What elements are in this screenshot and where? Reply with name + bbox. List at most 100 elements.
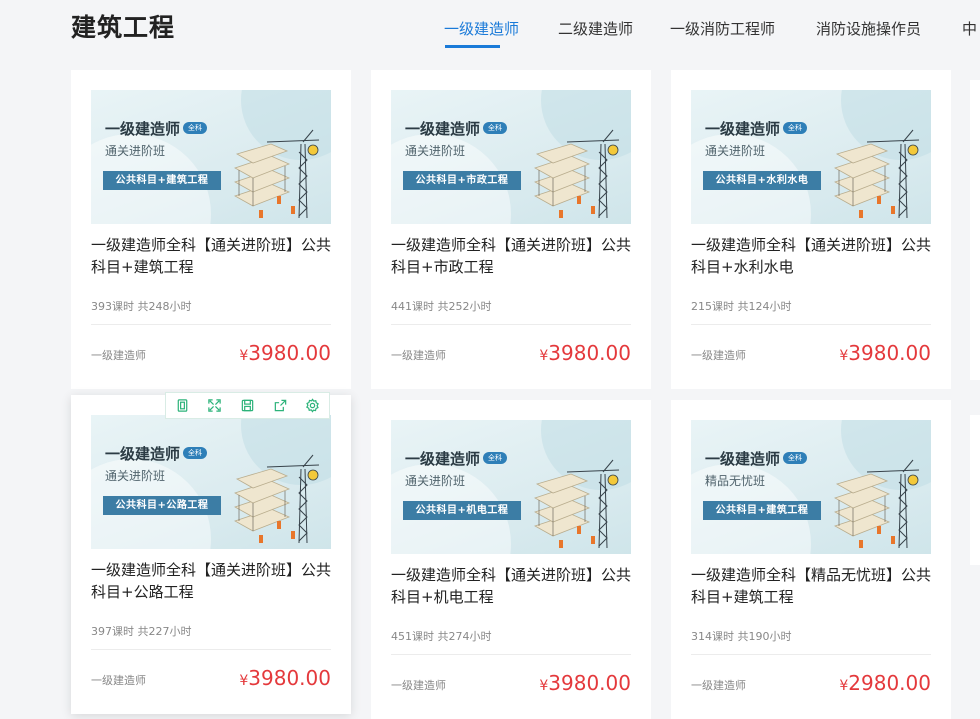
construction-illustration-icon xyxy=(834,129,920,219)
course-price: ¥3980.00 xyxy=(839,341,931,365)
thumb-subtitle: 通关进阶班 xyxy=(405,144,466,158)
currency-symbol: ¥ xyxy=(239,348,249,364)
course-card[interactable]: 一级建造师 全科 通关进阶班 公共科目+公路工程 一级建造师全科【通关进阶班】公… xyxy=(71,395,351,714)
thumb-subject-bar: 公共科目+市政工程 xyxy=(403,171,521,190)
currency-symbol: ¥ xyxy=(839,348,849,364)
thumb-title: 一级建造师 xyxy=(705,450,781,468)
thumb-subject-bar: 公共科目+建筑工程 xyxy=(703,501,821,520)
course-meta: 441课时 共252小时 xyxy=(391,300,492,313)
settings-icon xyxy=(306,398,320,413)
course-card[interactable]: 一级建造师 全科 通关进阶班 公共科目+水利水电 一级建造师全科【通关进阶班】公… xyxy=(671,70,951,389)
course-thumbnail[interactable]: 一级建造师 全科 通关进阶班 公共科目+水利水电 xyxy=(691,90,931,224)
course-price: ¥3980.00 xyxy=(539,341,631,365)
tab-xiaofanggongchengshi[interactable]: 一级消防工程师 xyxy=(670,18,775,39)
tab-yijijianzaoshi[interactable]: 一级建造师 xyxy=(444,18,519,39)
tab-more[interactable]: 中 xyxy=(962,18,977,39)
course-title[interactable]: 一级建造师全科【通关进阶班】公共科目+公路工程 xyxy=(91,559,331,603)
price-value: 3980.00 xyxy=(548,341,631,365)
course-thumbnail[interactable]: 一级建造师 全科 通关进阶班 公共科目+建筑工程 xyxy=(91,90,331,224)
thumb-title: 一级建造师 xyxy=(405,450,481,468)
offscreen-card xyxy=(970,415,980,565)
course-meta: 397课时 共227小时 xyxy=(91,625,192,638)
course-category: 一级建造师 xyxy=(691,349,746,362)
divider xyxy=(391,324,631,325)
price-value: 2980.00 xyxy=(848,671,931,695)
course-price: ¥2980.00 xyxy=(839,671,931,695)
thumb-badge: 全科 xyxy=(483,122,507,134)
construction-illustration-icon xyxy=(234,454,320,544)
thumb-subtitle: 精品无忧班 xyxy=(705,474,766,488)
share-button[interactable] xyxy=(264,393,297,418)
course-title[interactable]: 一级建造师全科【通关进阶班】公共科目+建筑工程 xyxy=(91,234,331,278)
price-value: 3980.00 xyxy=(548,671,631,695)
thumb-subject-bar: 公共科目+公路工程 xyxy=(103,496,221,515)
thumb-title: 一级建造师 xyxy=(105,445,181,463)
divider xyxy=(91,324,331,325)
course-price: ¥3980.00 xyxy=(239,666,331,690)
course-meta: 314课时 共190小时 xyxy=(691,630,792,643)
thumb-badge: 全科 xyxy=(183,447,207,459)
currency-symbol: ¥ xyxy=(539,348,549,364)
course-price: ¥3980.00 xyxy=(239,341,331,365)
course-category: 一级建造师 xyxy=(91,349,146,362)
copy-icon xyxy=(177,399,188,412)
expand-button[interactable] xyxy=(199,393,232,418)
course-meta: 215课时 共124小时 xyxy=(691,300,792,313)
share-icon xyxy=(274,399,286,412)
course-card[interactable]: 一级建造师 全科 通关进阶班 公共科目+机电工程 一级建造师全科【通关进阶班】公… xyxy=(371,400,651,719)
currency-symbol: ¥ xyxy=(839,678,849,694)
divider xyxy=(691,324,931,325)
divider xyxy=(691,654,931,655)
price-value: 3980.00 xyxy=(848,341,931,365)
settings-button[interactable] xyxy=(296,393,329,418)
thumb-subtitle: 通关进阶班 xyxy=(405,474,466,488)
course-title[interactable]: 一级建造师全科【精品无忧班】公共科目+建筑工程 xyxy=(691,564,931,608)
construction-illustration-icon xyxy=(534,459,620,549)
course-meta: 393课时 共248小时 xyxy=(91,300,192,313)
course-category: 一级建造师 xyxy=(391,349,446,362)
thumb-subtitle: 通关进阶班 xyxy=(705,144,766,158)
save-button[interactable] xyxy=(231,393,264,418)
divider xyxy=(91,649,331,650)
construction-illustration-icon xyxy=(834,459,920,549)
active-tab-indicator xyxy=(445,45,500,48)
construction-illustration-icon xyxy=(234,129,320,219)
hover-toolbar xyxy=(165,392,330,419)
course-thumbnail[interactable]: 一级建造师 全科 精品无忧班 公共科目+建筑工程 xyxy=(691,420,931,554)
thumb-title: 一级建造师 xyxy=(105,120,181,138)
divider xyxy=(391,654,631,655)
currency-symbol: ¥ xyxy=(239,673,249,689)
course-card[interactable]: 一级建造师 全科 精品无忧班 公共科目+建筑工程 一级建造师全科【精品无忧班】公… xyxy=(671,400,951,719)
tab-xiaofangcaozuoyuan[interactable]: 消防设施操作员 xyxy=(816,18,921,39)
copy-button[interactable] xyxy=(166,393,199,418)
thumb-badge: 全科 xyxy=(783,452,807,464)
thumb-subject-bar: 公共科目+机电工程 xyxy=(403,501,521,520)
expand-icon xyxy=(208,399,222,412)
course-category: 一级建造师 xyxy=(391,679,446,692)
course-category: 一级建造师 xyxy=(691,679,746,692)
thumb-badge: 全科 xyxy=(483,452,507,464)
thumb-badge: 全科 xyxy=(183,122,207,134)
thumb-title: 一级建造师 xyxy=(405,120,481,138)
section-title: 建筑工程 xyxy=(71,13,176,42)
offscreen-card xyxy=(970,80,980,380)
price-value: 3980.00 xyxy=(248,341,331,365)
course-meta: 451课时 共274小时 xyxy=(391,630,492,643)
tab-erjijianzaoshi[interactable]: 二级建造师 xyxy=(558,18,633,39)
course-thumbnail[interactable]: 一级建造师 全科 通关进阶班 公共科目+公路工程 xyxy=(91,415,331,549)
course-card[interactable]: 一级建造师 全科 通关进阶班 公共科目+建筑工程 一级建造师全科【通关进阶班】公… xyxy=(71,70,351,389)
course-price: ¥3980.00 xyxy=(539,671,631,695)
currency-symbol: ¥ xyxy=(539,678,549,694)
price-value: 3980.00 xyxy=(248,666,331,690)
course-category: 一级建造师 xyxy=(91,674,146,687)
thumb-subtitle: 通关进阶班 xyxy=(105,469,166,483)
save-icon xyxy=(241,399,254,412)
course-title[interactable]: 一级建造师全科【通关进阶班】公共科目+市政工程 xyxy=(391,234,631,278)
course-thumbnail[interactable]: 一级建造师 全科 通关进阶班 公共科目+市政工程 xyxy=(391,90,631,224)
thumb-subtitle: 通关进阶班 xyxy=(105,144,166,158)
thumb-title: 一级建造师 xyxy=(705,120,781,138)
course-title[interactable]: 一级建造师全科【通关进阶班】公共科目+水利水电 xyxy=(691,234,931,278)
course-title[interactable]: 一级建造师全科【通关进阶班】公共科目+机电工程 xyxy=(391,564,631,608)
course-thumbnail[interactable]: 一级建造师 全科 通关进阶班 公共科目+机电工程 xyxy=(391,420,631,554)
course-card[interactable]: 一级建造师 全科 通关进阶班 公共科目+市政工程 一级建造师全科【通关进阶班】公… xyxy=(371,70,651,389)
